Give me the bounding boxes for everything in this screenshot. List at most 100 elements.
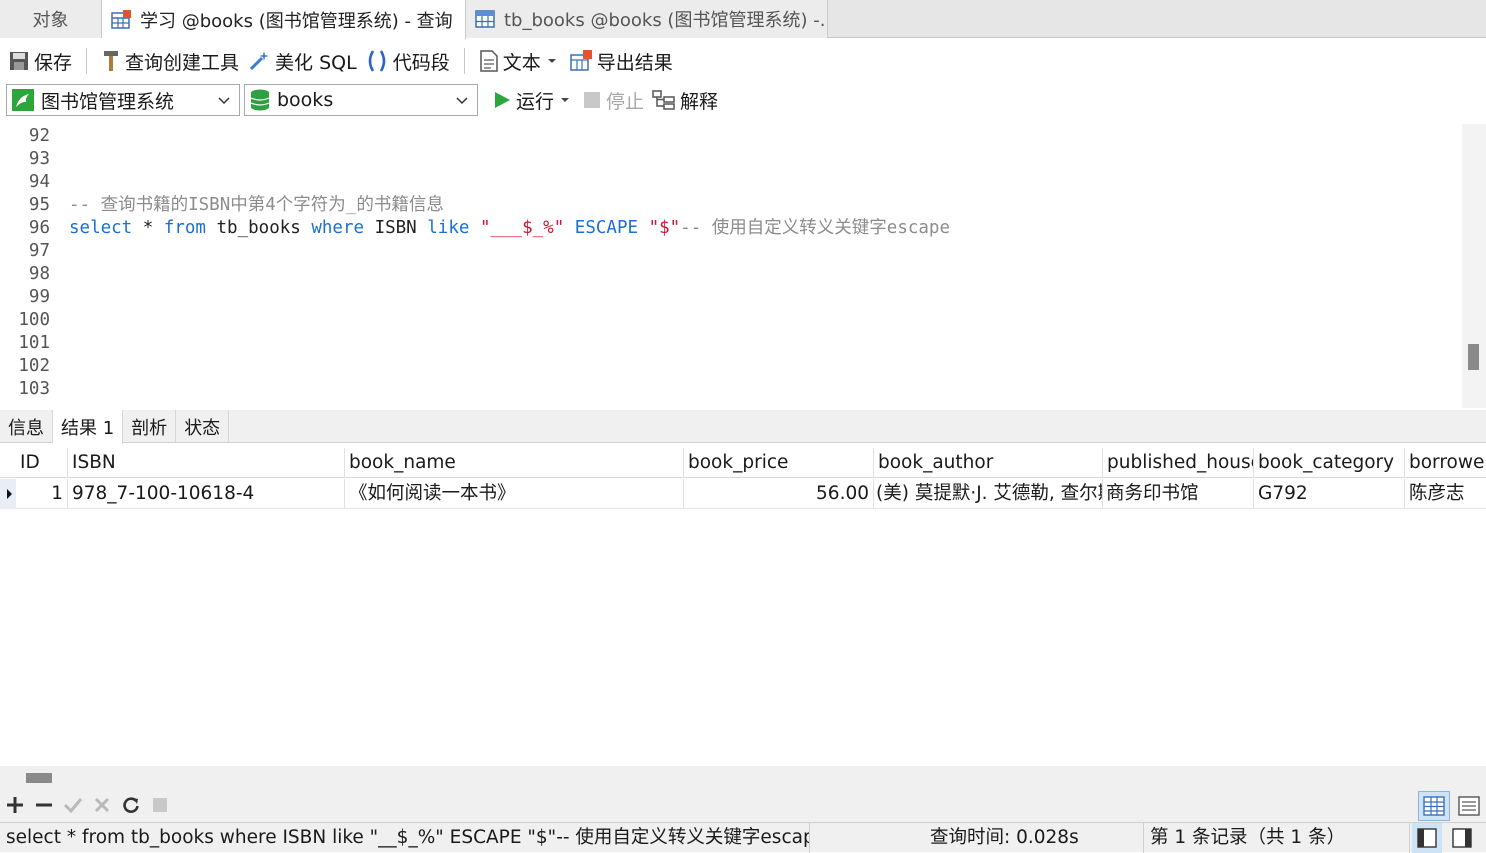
toggle-left-panel-button[interactable] (1412, 823, 1442, 853)
grid-view-button[interactable] (1418, 791, 1450, 821)
table-row[interactable]: 1 978_7-100-10618-4 《如何阅读一本书》 56.00 (美) … (0, 479, 1486, 509)
run-button[interactable]: 运行 (488, 83, 578, 117)
right-panel-icon (1452, 828, 1472, 848)
hammer-icon (104, 51, 119, 71)
line-number: 98 (28, 264, 50, 284)
connection-select[interactable]: 图书馆管理系统 (6, 84, 240, 116)
line-number: 100 (18, 310, 50, 330)
text-label: 文本 (502, 51, 541, 74)
column-header-id[interactable]: ID (16, 448, 68, 478)
row-selector[interactable] (0, 479, 16, 509)
parentheses-icon (368, 50, 385, 72)
scrollbar-thumb[interactable] (26, 773, 52, 783)
discard-changes-button[interactable] (87, 790, 116, 820)
dropdown-arrow-icon[interactable] (560, 95, 570, 105)
refresh-button[interactable] (116, 790, 145, 820)
cell-book-author[interactable]: (美) 莫提默·J. 艾德勒, 查尔斯 (874, 479, 1103, 509)
scrollbar-thumb[interactable] (1468, 344, 1479, 370)
text-button[interactable]: 文本 (475, 44, 565, 78)
run-label: 运行 (516, 90, 555, 113)
cell-book-price[interactable]: 56.00 (684, 479, 874, 509)
code-snippet-button[interactable]: 代码段 (361, 44, 454, 78)
editor-line: 102 (0, 355, 50, 378)
cell-published-house[interactable]: 商务印书馆 (1103, 479, 1254, 509)
tab-status-label: 状态 (184, 417, 221, 439)
column-header-borrower[interactable]: borrower (1405, 448, 1486, 478)
stop-icon (152, 798, 167, 812)
result-tabs: 信息 结果 1 剖析 状态 (0, 410, 1486, 444)
editor-line: 93 (0, 148, 50, 171)
sql-string: "$" (648, 218, 681, 238)
tab-info[interactable]: 信息 (0, 410, 53, 443)
cell-borrower[interactable]: 陈彦志 (1405, 479, 1486, 509)
dropdown-arrow-icon[interactable] (547, 56, 557, 66)
tab-table[interactable]: tb_books @books (图书馆管理系统) -... (466, 0, 828, 38)
connection-toolbar: 图书馆管理系统 books 运行 停止 解释 (0, 82, 1486, 118)
column-header-published-house[interactable]: published_house (1103, 448, 1254, 478)
save-button[interactable]: 保存 (4, 44, 76, 78)
grid-header: ID ISBN book_name book_price book_author… (0, 448, 1486, 478)
magic-wand-icon (249, 51, 270, 71)
grid-horizontal-scrollbar[interactable] (0, 766, 1486, 788)
editor-line: 100 (0, 309, 50, 332)
chevron-down-icon (218, 97, 230, 105)
tab-result-1-label: 结果 1 (61, 418, 115, 439)
editor-line: 96 select * from tb_books where ISBN lik… (0, 217, 1460, 240)
line-number: 92 (28, 126, 50, 146)
sql-token: ISBN (364, 218, 428, 238)
delete-record-button[interactable] (29, 790, 58, 820)
query-builder-button[interactable]: 查询创建工具 (97, 44, 243, 78)
refresh-icon (122, 797, 139, 813)
add-record-button[interactable] (0, 790, 29, 820)
line-number: 101 (18, 333, 50, 353)
database-select[interactable]: books (244, 84, 478, 116)
column-header-book-author[interactable]: book_author (874, 448, 1103, 478)
stop-label: 停止 (606, 90, 645, 113)
save-label: 保存 (34, 51, 73, 74)
database-icon (250, 89, 270, 111)
tab-query[interactable]: 学习 @books (图书馆管理系统) - 查询 (102, 0, 466, 39)
editor-line: 103 (0, 378, 50, 401)
explain-button[interactable]: 解释 (648, 83, 722, 117)
toolbar-divider (86, 48, 88, 74)
sql-editor[interactable]: 92 93 94 95 -- 查询书籍的ISBN中第4个字符为_的书籍信息 96… (0, 124, 1462, 408)
tab-profile[interactable]: 剖析 (123, 410, 177, 443)
editor-line: 98 (0, 263, 50, 286)
column-header-book-price[interactable]: book_price (684, 448, 874, 478)
column-header-book-name[interactable]: book_name (345, 448, 684, 478)
cell-id[interactable]: 1 (16, 479, 68, 509)
cell-book-category[interactable]: G792 (1254, 479, 1405, 509)
table-icon (475, 10, 495, 28)
column-header-book-category[interactable]: book_category (1254, 448, 1405, 478)
editor-line: 99 (0, 286, 50, 309)
plus-icon (6, 797, 23, 813)
line-number: 103 (18, 379, 50, 399)
apply-changes-button[interactable] (58, 790, 87, 820)
tab-result-1[interactable]: 结果 1 (53, 410, 124, 444)
tab-objects[interactable]: 对象 (0, 0, 102, 38)
sql-keyword: ESCAPE (574, 218, 639, 238)
cell-isbn[interactable]: 978_7-100-10618-4 (68, 479, 345, 509)
beautify-sql-button[interactable]: 美化 SQL (243, 44, 361, 78)
line-number: 99 (28, 287, 50, 307)
column-header-isbn[interactable]: ISBN (68, 448, 345, 478)
stop-button[interactable]: 停止 (578, 83, 648, 117)
editor-vertical-scrollbar[interactable] (1462, 124, 1486, 408)
connection-select-value: 图书馆管理系统 (41, 90, 175, 113)
mysql-connection-icon (12, 89, 34, 111)
tab-status[interactable]: 状态 (176, 410, 230, 443)
cell-book-name[interactable]: 《如何阅读一本书》 (345, 479, 684, 509)
toggle-right-panel-button[interactable] (1447, 823, 1477, 853)
tab-bar: 对象 学习 @books (图书馆管理系统) - 查询 tb_books @bo… (0, 0, 1486, 39)
editor-line: 92 (0, 125, 50, 148)
sql-comment: -- 查询书籍的ISBN中第4个字符为_的书籍信息 (69, 195, 444, 215)
export-results-button[interactable]: 导出结果 (565, 44, 677, 78)
stop-loading-button[interactable] (145, 790, 174, 820)
sql-keyword: like (427, 218, 470, 238)
tab-table-label: tb_books @books (图书馆管理系统) -... (504, 10, 828, 31)
status-query-time: 查询时间: 0.028s (924, 823, 1144, 853)
form-view-icon (1458, 796, 1480, 816)
form-view-button[interactable] (1453, 791, 1485, 821)
